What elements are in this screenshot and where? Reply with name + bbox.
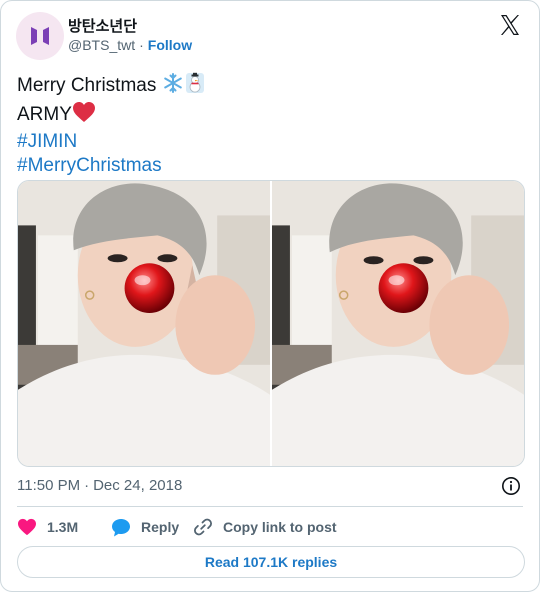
tweet-line-1: Merry Christmas xyxy=(17,72,206,101)
snowman-icon xyxy=(184,72,206,101)
x-logo-icon[interactable] xyxy=(498,13,522,37)
hashtag-jimin[interactable]: #JIMIN xyxy=(17,130,206,154)
reply-label: Reply xyxy=(141,519,180,535)
copy-link-label: Copy link to post xyxy=(223,519,337,535)
tweet-time: 11:50 PM xyxy=(17,477,81,494)
link-icon xyxy=(194,518,212,536)
follow-button[interactable]: Follow xyxy=(148,37,192,53)
heart-emoji-icon xyxy=(72,101,96,130)
tweet-photo-2[interactable] xyxy=(272,181,524,466)
media-grid xyxy=(17,180,525,467)
bts-logo-icon xyxy=(31,27,49,45)
tweet-line-2: ARMY xyxy=(17,101,206,130)
tweet-text: Merry Christmas ARMY #JIMIN #MerryChrist… xyxy=(17,72,206,178)
info-icon[interactable] xyxy=(501,476,521,496)
read-replies-button[interactable]: Read 107.1K replies xyxy=(17,546,525,578)
like-count: 1.3M xyxy=(47,519,79,535)
tweet-photo-1[interactable] xyxy=(18,181,270,466)
action-bar: 1.3M Reply Copy link to post xyxy=(17,515,337,539)
heart-icon xyxy=(18,518,36,536)
avatar[interactable] xyxy=(16,12,64,60)
tweet-card: 방탄소년단 @BTS_twt · Follow Merry Christmas xyxy=(0,0,540,592)
copy-link-button[interactable]: Copy link to post xyxy=(193,517,337,537)
separator: · xyxy=(139,37,144,53)
author-handle[interactable]: @BTS_twt xyxy=(68,37,135,53)
divider xyxy=(17,506,523,507)
tweet-date: Dec 24, 2018 xyxy=(93,477,183,494)
like-button[interactable]: 1.3M xyxy=(17,518,111,536)
tweet-timestamp[interactable]: 11:50 PM · Dec 24, 2018 xyxy=(17,477,182,494)
speech-bubble-icon xyxy=(112,518,130,536)
hashtag-merrychristmas[interactable]: #MerryChristmas xyxy=(17,154,206,178)
author-handle-row: @BTS_twt · Follow xyxy=(68,37,192,53)
separator: · xyxy=(84,477,90,494)
snowflake-icon xyxy=(162,72,184,101)
tweet-line-2-text: ARMY xyxy=(17,104,72,125)
reply-button[interactable]: Reply xyxy=(111,518,193,537)
author-name[interactable]: 방탄소년단 xyxy=(68,15,137,36)
tweet-line-1-text: Merry Christmas xyxy=(17,75,157,96)
